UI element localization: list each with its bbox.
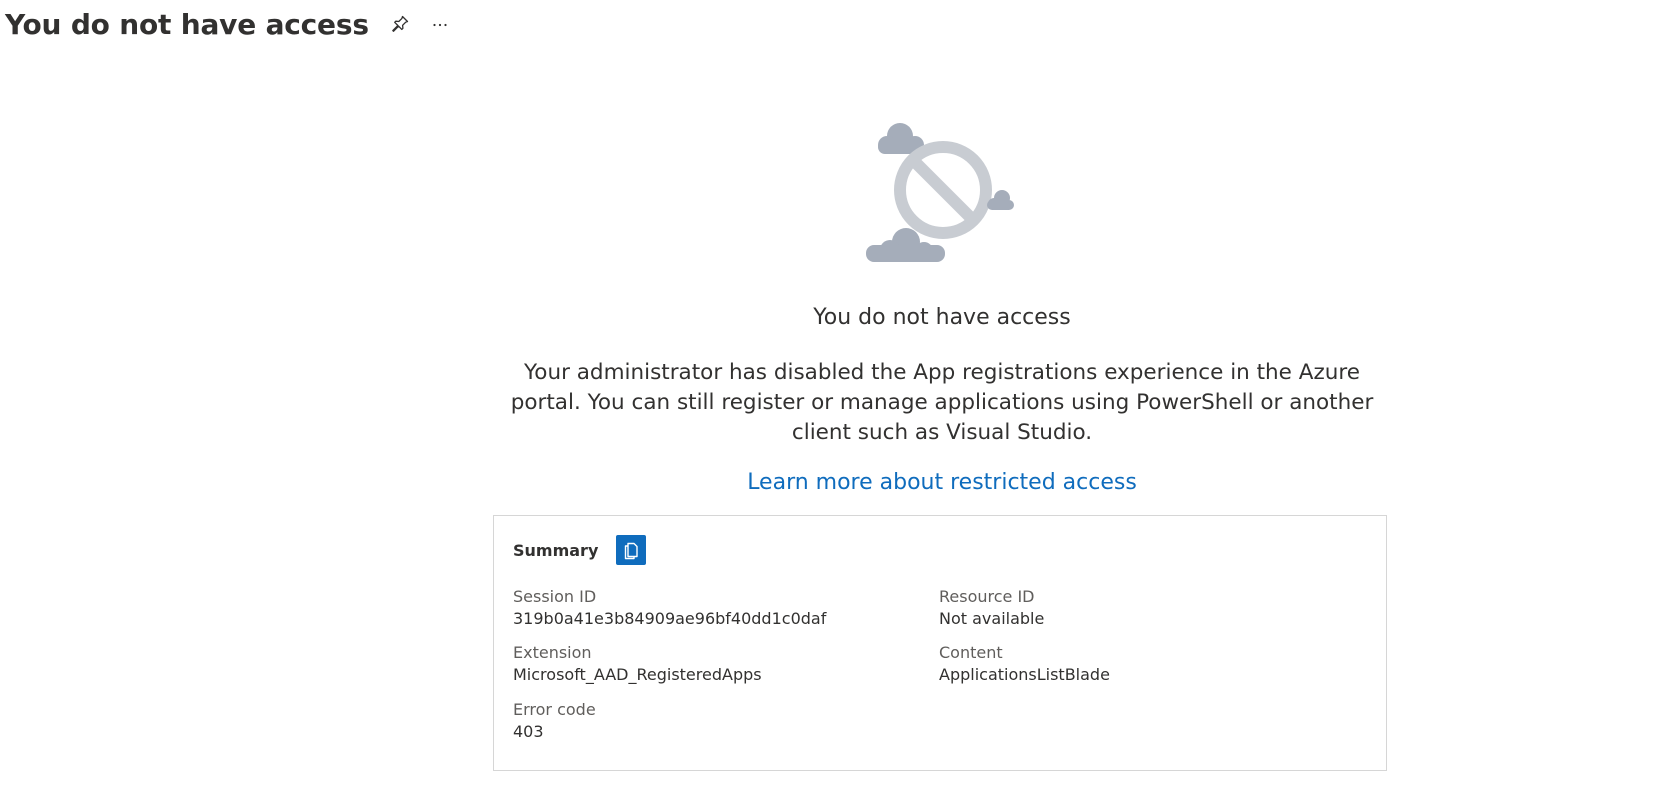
page-title: You do not have access <box>5 7 369 41</box>
error-code-value: 403 <box>513 722 544 741</box>
learn-more-link[interactable]: Learn more about restricted access <box>497 470 1387 495</box>
more-options-button[interactable] <box>423 7 457 41</box>
resource-id-value: Not available <box>939 609 1045 628</box>
no-access-illustration <box>860 118 1020 268</box>
copy-icon <box>625 542 639 560</box>
session-id-field: Session ID 319b0a41e3b84909ae96bf40dd1c0… <box>513 586 826 630</box>
resource-id-field: Resource ID Not available <box>939 586 1044 630</box>
error-code-label: Error code <box>513 700 596 719</box>
more-ellipsis-icon <box>433 23 447 27</box>
resource-id-label: Resource ID <box>939 587 1035 606</box>
extension-field: Extension Microsoft_AAD_RegisteredApps <box>513 642 762 686</box>
error-description: Your administrator has disabled the App … <box>510 360 1374 445</box>
extension-value: Microsoft_AAD_RegisteredApps <box>513 665 762 684</box>
error-code-field: Error code 403 <box>513 699 596 743</box>
content-field: Content ApplicationsListBlade <box>939 642 1110 686</box>
content-label: Content <box>939 643 1003 662</box>
content-value: ApplicationsListBlade <box>939 665 1110 684</box>
pin-icon <box>391 15 408 32</box>
error-title: You do not have access <box>813 305 1071 330</box>
page-header: You do not have access <box>5 4 457 44</box>
summary-title: Summary <box>513 540 599 560</box>
session-id-label: Session ID <box>513 587 597 606</box>
copy-button[interactable] <box>616 535 647 565</box>
summary-header: Summary <box>513 535 647 565</box>
session-id-value: 319b0a41e3b84909ae96bf40dd1c0daf <box>513 609 827 628</box>
extension-label: Extension <box>513 643 592 662</box>
summary-panel: Summary Session ID 319b0a41e3b84909ae96b… <box>493 515 1387 771</box>
no-access-cloud-icon <box>866 123 1014 262</box>
pin-button[interactable] <box>383 7 417 41</box>
